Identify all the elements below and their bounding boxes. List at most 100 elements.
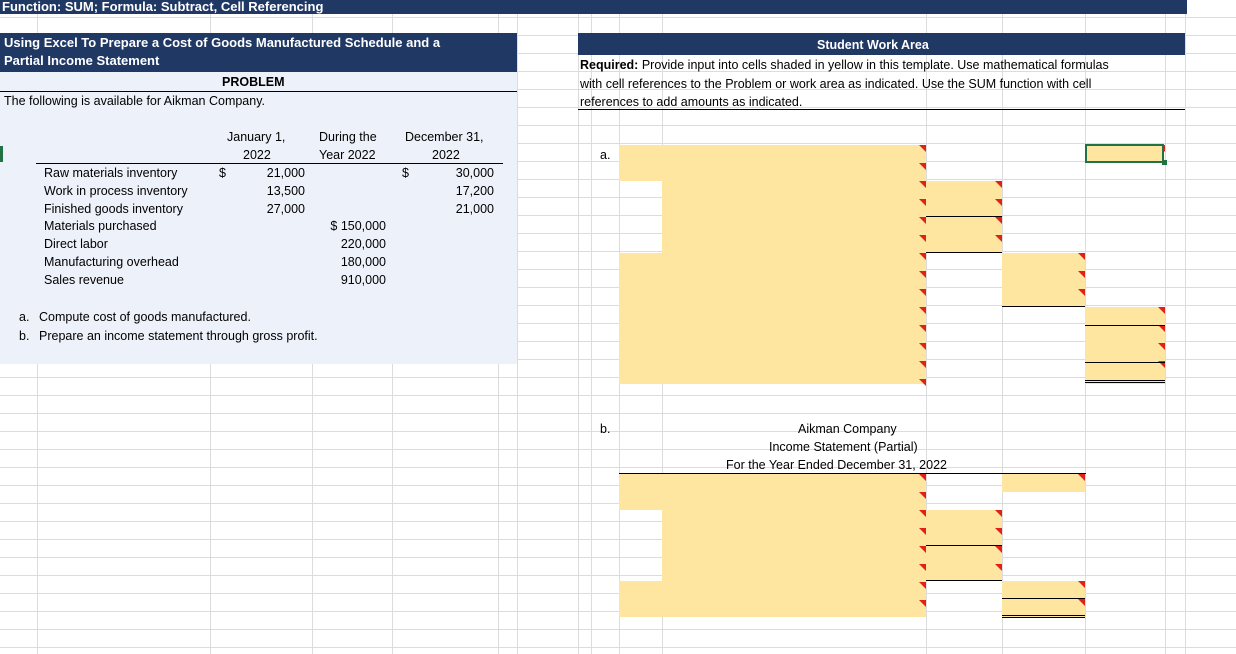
grid-column-line (591, 14, 592, 654)
comment-indicator-icon[interactable] (1078, 581, 1085, 588)
required-underline (578, 109, 1185, 110)
comment-indicator-icon[interactable] (1078, 289, 1085, 296)
comment-indicator-icon[interactable] (995, 564, 1002, 571)
col-header-dec-1: December 31, (405, 130, 484, 144)
single-underline (1002, 306, 1085, 307)
problem-cell-dec: 30,000 (409, 166, 494, 180)
col-header-during-1: During the (319, 130, 377, 144)
single-underline (1085, 325, 1165, 326)
task-text: Compute cost of goods manufactured. (39, 310, 251, 324)
comment-indicator-icon[interactable] (919, 199, 926, 206)
col-header-during-2: Year 2022 (319, 148, 376, 162)
comment-indicator-icon[interactable] (1078, 474, 1085, 481)
problem-row: Sales revenue 910,000 (0, 273, 517, 291)
header-line-2: Partial Income Statement (4, 53, 159, 68)
problem-row: Work in process inventory13,50017,200 (0, 184, 517, 202)
comment-indicator-icon[interactable] (919, 145, 926, 152)
input-label-b-indent[interactable] (662, 510, 926, 581)
part-a-label: a. (600, 148, 610, 162)
problem-underline (0, 91, 517, 92)
required-line-2: with cell references to the Problem or w… (580, 77, 1091, 91)
comment-indicator-icon[interactable] (919, 181, 926, 188)
assignment-header: Using Excel To Prepare a Cost of Goods M… (0, 33, 517, 72)
comment-indicator-icon[interactable] (1158, 307, 1165, 314)
task-letter: b. (19, 329, 29, 343)
problem-cell-during: 220,000 (312, 237, 386, 251)
input-amount-a-col3[interactable] (1085, 307, 1165, 384)
table-header-rule (36, 163, 503, 164)
single-underline (926, 580, 1002, 581)
input-amount-b-col2[interactable] (1002, 581, 1085, 617)
comment-indicator-icon[interactable] (1078, 599, 1085, 606)
statement-title: Income Statement (Partial) (769, 440, 918, 454)
comment-indicator-icon[interactable] (919, 307, 926, 314)
problem-cell-label: Direct labor (44, 237, 108, 251)
problem-cell-jan: 13,500 (226, 184, 305, 198)
problem-label: PROBLEM (222, 75, 285, 89)
comment-indicator-icon[interactable] (919, 343, 926, 350)
problem-cell-label: Finished goods inventory (44, 202, 183, 216)
comment-indicator-icon[interactable] (919, 582, 926, 589)
required-text-1: Provide input into cells shaded in yello… (638, 58, 1108, 72)
problem-row: Materials purchased$ 150,000 (0, 219, 517, 237)
row-selection-mark (0, 146, 3, 162)
comment-indicator-icon[interactable] (1078, 253, 1085, 260)
input-label-a-indent[interactable] (662, 181, 926, 253)
comment-indicator-icon[interactable] (919, 361, 926, 368)
problem-cell-jan: 21,000 (226, 166, 305, 180)
grid-column-line (1002, 14, 1003, 654)
comment-indicator-icon[interactable] (919, 510, 926, 517)
double-underline (1085, 380, 1165, 383)
problem-cell-jan-cur: $ (210, 166, 226, 180)
input-amount-a-col2[interactable] (1002, 253, 1085, 307)
problem-row: Raw materials inventory$21,000$30,000 (0, 166, 517, 184)
header-line-1: Using Excel To Prepare a Cost of Goods M… (4, 35, 440, 50)
comment-indicator-icon[interactable] (919, 271, 926, 278)
comment-indicator-icon[interactable] (919, 379, 926, 386)
grid-column-line (517, 14, 518, 654)
title-bar: Function: SUM; Formula: Subtract, Cell R… (0, 0, 1187, 14)
input-label-a-lower[interactable] (619, 253, 926, 384)
comment-indicator-icon[interactable] (919, 289, 926, 296)
input-label-b-lower[interactable] (619, 581, 926, 617)
problem-cell-label: Sales revenue (44, 273, 124, 287)
comment-indicator-icon[interactable] (919, 564, 926, 571)
comment-indicator-icon[interactable] (919, 163, 926, 170)
comment-indicator-icon[interactable] (919, 235, 926, 242)
comment-indicator-icon[interactable] (919, 600, 926, 607)
problem-cell-during: $ 150,000 (312, 219, 386, 233)
problem-cell-during: 910,000 (312, 273, 386, 287)
comment-indicator-icon[interactable] (919, 253, 926, 260)
comment-indicator-icon[interactable] (919, 325, 926, 332)
comment-indicator-icon[interactable] (919, 474, 926, 481)
work-area-header: Student Work Area (578, 33, 1185, 55)
selected-cell[interactable] (1085, 144, 1164, 163)
input-label-a[interactable] (619, 145, 926, 181)
input-label-b[interactable] (619, 474, 926, 510)
comment-indicator-icon[interactable] (995, 181, 1002, 188)
statement-company: Aikman Company (798, 422, 897, 436)
comment-indicator-icon[interactable] (1158, 325, 1165, 332)
double-underline (1002, 615, 1085, 618)
comment-indicator-icon[interactable] (1078, 271, 1085, 278)
input-amount-b-sales[interactable] (1002, 474, 1085, 492)
problem-cell-dec: 21,000 (409, 202, 494, 216)
statement-period: For the Year Ended December 31, 2022 (726, 458, 947, 472)
input-amount-a-col1[interactable] (926, 181, 1002, 253)
comment-indicator-icon[interactable] (995, 510, 1002, 517)
required-label: Required: (580, 58, 638, 72)
comment-indicator-icon[interactable] (919, 528, 926, 535)
required-line-3: references to add amounts as indicated. (580, 95, 802, 109)
fill-handle[interactable] (1162, 160, 1167, 165)
comment-indicator-icon[interactable] (919, 546, 926, 553)
problem-intro: The following is available for Aikman Co… (4, 94, 265, 108)
comment-indicator-icon[interactable] (995, 217, 1002, 224)
comment-indicator-icon[interactable] (919, 217, 926, 224)
comment-indicator-icon[interactable] (995, 546, 1002, 553)
comment-indicator-icon[interactable] (995, 528, 1002, 535)
comment-indicator-icon[interactable] (919, 492, 926, 499)
comment-indicator-icon[interactable] (1158, 343, 1165, 350)
comment-indicator-icon[interactable] (995, 199, 1002, 206)
comment-indicator-icon[interactable] (995, 235, 1002, 242)
task-letter: a. (19, 310, 29, 324)
